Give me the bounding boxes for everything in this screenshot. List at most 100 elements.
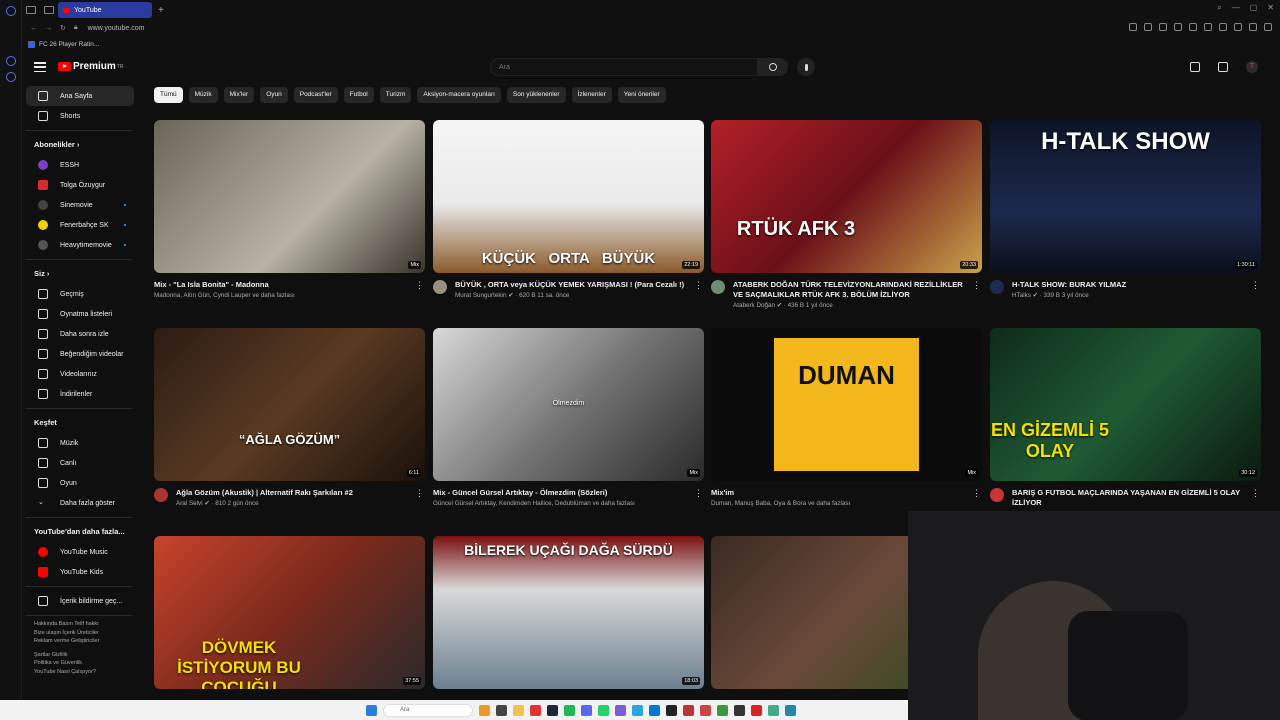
sidebar-item-channel[interactable]: Fenerbahçe SK <box>26 215 134 235</box>
sidebar-item-your-videos[interactable]: Videolarınız <box>26 364 134 384</box>
sidebar-item-show-more[interactable]: ⌄ Daha fazla göster <box>26 493 134 513</box>
taskbar-app-icon[interactable] <box>479 704 490 716</box>
video-title[interactable]: Mix - Güncel Gürsel Artıktay - Ölmezdim … <box>433 488 673 498</box>
video-title[interactable]: Ağla Gözüm (Akustik) | Alternatif Rakı Ş… <box>176 488 416 498</box>
more-options-icon[interactable]: ⋮ <box>972 488 981 499</box>
footer-line[interactable]: Politika ve Güvenlik <box>34 659 140 668</box>
taskbar-app-icon[interactable] <box>581 704 592 716</box>
sidebar-item-report[interactable]: İçerik bildirme geç... <box>26 591 134 611</box>
video-channel[interactable]: Ataberk Doğan <box>733 302 775 309</box>
video-thumbnail[interactable] <box>711 536 908 689</box>
more-options-icon[interactable]: ⋮ <box>694 280 703 291</box>
video-card[interactable]: EN GİZEMLİ 5 OLAY 30:12 BARIŞ G FUTBOL M… <box>990 328 1261 508</box>
chip-all[interactable]: Tümü <box>154 87 183 103</box>
taskbar-app-icon[interactable] <box>598 704 609 716</box>
menu-icon[interactable] <box>1264 23 1272 31</box>
you-heading[interactable]: Siz › <box>22 264 140 284</box>
video-title[interactable]: Mix'im <box>711 488 951 498</box>
more-options-icon[interactable]: ⋮ <box>972 280 981 291</box>
chip[interactable]: Mix'ler <box>223 87 255 103</box>
chip[interactable]: Son yüklenenler <box>506 87 566 103</box>
minimize-icon[interactable]: — <box>1232 3 1240 13</box>
sidebar-item-playlists[interactable]: Oynatma listeleri <box>26 304 134 324</box>
upload-icon[interactable] <box>1190 62 1200 72</box>
video-channel[interactable]: Madonna, Altın Gün, Cyndi Lauper ve daha… <box>154 292 394 299</box>
footer-line[interactable]: Bize ulaşın İçerik Üreticiler <box>34 629 140 638</box>
footer-line[interactable]: Şartlar Gizlilik <box>34 651 140 660</box>
more-options-icon[interactable]: ⋮ <box>415 280 424 291</box>
tab-list-icon[interactable] <box>26 6 36 14</box>
sidebar-item-channel[interactable]: Sinemovie <box>26 195 134 215</box>
more-options-icon[interactable]: ⋮ <box>415 488 424 499</box>
video-thumbnail[interactable]: Ölmezdim Mix <box>433 328 704 481</box>
sidebar-item-channel[interactable]: Tolga Özuygur <box>26 175 134 195</box>
search-tabs-icon[interactable]: ⌕ <box>1217 3 1221 13</box>
taskbar-app-icon[interactable] <box>496 704 507 716</box>
sidebar-item-home[interactable]: Ana Sayfa <box>26 86 134 106</box>
more-options-icon[interactable]: ⋮ <box>1251 488 1260 499</box>
video-thumbnail[interactable]: “AĞLA GÖZÜM” 6:11 <box>154 328 425 481</box>
video-channel[interactable]: Aral Selvi <box>176 500 203 507</box>
video-title[interactable]: H-TALK SHOW: BURAK YILMAZ <box>1012 280 1252 290</box>
play-icon[interactable] <box>1174 23 1182 31</box>
taskbar-app-icon[interactable] <box>700 704 711 716</box>
channel-avatar[interactable] <box>990 280 1004 294</box>
taskbar-app-icon[interactable] <box>564 704 575 716</box>
taskbar-app-icon[interactable] <box>666 704 677 716</box>
chip[interactable]: Yeni öneriler <box>617 87 666 103</box>
video-thumbnail[interactable]: DUMAN Mix <box>711 328 982 481</box>
avatar[interactable]: T <box>1246 61 1258 73</box>
sidebar-item-youtube-music[interactable]: YouTube Music <box>26 542 134 562</box>
close-icon[interactable]: ✕ <box>1267 3 1274 13</box>
video-card[interactable]: H-TALK SHOW 1:30:11 H-TALK SHOW: BURAK Y… <box>990 120 1261 299</box>
taskbar-app-icon[interactable] <box>513 704 524 716</box>
windows-start-icon[interactable] <box>366 704 377 716</box>
more-options-icon[interactable]: ⋮ <box>1251 280 1260 291</box>
sidebar-item-youtube-kids[interactable]: YouTube Kids <box>26 562 134 582</box>
subscriptions-heading[interactable]: Abonelikler › <box>22 135 140 155</box>
search-button[interactable] <box>758 58 788 76</box>
extension-icon[interactable] <box>1204 23 1212 31</box>
bookmark-item[interactable]: FC 26 Player Ratin... <box>39 41 99 48</box>
video-card[interactable]: RTÜK AFK 3 20:33 ATABERK DOĞAN TÜRK TELE… <box>711 120 982 309</box>
chip[interactable]: İzlenenler <box>571 87 612 103</box>
maximize-icon[interactable]: ▢ <box>1250 3 1258 13</box>
video-channel[interactable]: HTalks <box>1012 292 1031 299</box>
chip[interactable]: Aksiyon-macera oyunları <box>417 87 501 103</box>
video-title[interactable]: ATABERK DOĞAN TÜRK TELEVİZYONLARINDAKİ R… <box>733 280 973 300</box>
menu-icon[interactable] <box>34 62 46 72</box>
taskbar-app-icon[interactable] <box>768 704 779 716</box>
extension-icon[interactable] <box>1144 23 1152 31</box>
footer-line[interactable]: Hakkında Basın Telif hakkı <box>34 620 140 629</box>
browser-panel-icon[interactable] <box>5 56 16 66</box>
chip[interactable]: Futbol <box>343 87 374 103</box>
heart-icon[interactable] <box>1189 23 1197 31</box>
video-thumbnail[interactable]: KÜÇÜK ORTA BÜYÜK 22:19 <box>433 120 704 273</box>
taskbar-app-icon[interactable] <box>649 704 660 716</box>
sidebar-item-live[interactable]: Canlı <box>26 453 134 473</box>
video-thumbnail[interactable]: H-TALK SHOW 1:30:11 <box>990 120 1261 273</box>
chip[interactable]: Müzik <box>188 87 218 103</box>
video-card[interactable]: Ölmezdim Mix Mix - Güncel Gürsel Artıkta… <box>433 328 704 507</box>
reload-icon[interactable]: ↻ <box>60 24 66 32</box>
video-channel[interactable]: Murat Sungurtekin <box>455 292 506 299</box>
sidebar-item-shorts[interactable]: Shorts <box>26 106 134 126</box>
search-input[interactable]: Ara <box>490 58 758 76</box>
taskbar-search[interactable]: Ara <box>383 703 473 717</box>
more-options-icon[interactable]: ⋮ <box>694 488 703 499</box>
channel-avatar[interactable] <box>433 280 447 294</box>
youtube-logo[interactable]: Premium TR <box>58 61 123 72</box>
bell-icon[interactable] <box>1218 62 1228 72</box>
footer-line[interactable]: YouTube Nasıl Çalışıyor? <box>34 668 140 677</box>
browser-panel-icon[interactable] <box>5 72 16 82</box>
site-info-icon[interactable]: 🔒︎ <box>74 24 78 32</box>
sidebar-item-channel[interactable]: Heavytimemovie <box>26 235 134 255</box>
video-card[interactable] <box>711 536 908 689</box>
video-card[interactable]: “AĞLA GÖZÜM” 6:11 Ağla Gözüm (Akustik) |… <box>154 328 425 507</box>
shield-icon[interactable] <box>1159 23 1167 31</box>
chip[interactable]: Oyun <box>260 87 288 103</box>
extension-icon[interactable] <box>1129 23 1137 31</box>
video-card[interactable]: DUMAN Mix Mix'im Duman, Manuş Baba, Oya &… <box>711 328 982 507</box>
extension-icon[interactable] <box>1249 23 1257 31</box>
channel-avatar[interactable] <box>154 488 168 502</box>
